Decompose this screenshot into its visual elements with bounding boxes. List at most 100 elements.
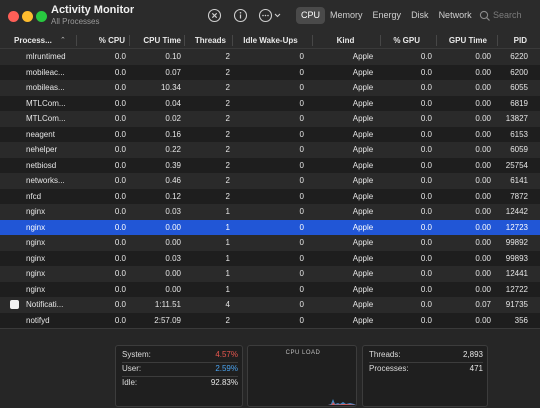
gpu-percent-cell: 0.0 xyxy=(420,176,432,185)
column-header-process[interactable]: Process... xyxy=(14,36,52,45)
processes-label: Processes: xyxy=(369,364,409,373)
cpu-percent-cell: 0.0 xyxy=(114,222,126,232)
gpu-time-cell: 0.00 xyxy=(475,98,491,108)
gpu-percent-cell: 0.0 xyxy=(420,145,432,154)
process-name-cell: netbiosd xyxy=(26,160,57,170)
search-field[interactable]: Search xyxy=(479,8,539,24)
threads-cell: 2 xyxy=(225,191,230,201)
table-row[interactable]: mlruntimed 0.0 0.10 2 0 Apple 0.0 0.00 6220 xyxy=(0,49,540,65)
idle-wake-ups-cell: 0 xyxy=(299,160,304,170)
cpu-time-cell: 0.07 xyxy=(165,67,181,77)
user-value: 2.59% xyxy=(215,364,238,373)
table-row[interactable]: netbiosd 0.0 0.39 2 0 Apple 0.0 0.00 25754 xyxy=(0,157,540,173)
table-row[interactable]: notifyd 0.0 2:57.09 2 0 Apple 0.0 0.00 356 xyxy=(0,312,540,328)
threads-cell: 2 xyxy=(225,52,230,61)
gpu-percent-cell: 0.0 xyxy=(420,52,432,61)
pid-cell: 6153 xyxy=(510,129,528,139)
gpu-percent-cell: 0.0 xyxy=(420,315,432,325)
cpu-time-cell: 0.39 xyxy=(165,160,181,170)
threads-cell: 2 xyxy=(225,83,230,92)
idle-wake-ups-cell: 0 xyxy=(299,176,304,185)
threads-cell: 1 xyxy=(225,222,230,232)
table-row[interactable]: MTLCom... 0.0 0.02 2 0 Apple 0.0 0.00 13827 xyxy=(0,111,540,127)
gpu-percent-cell: 0.0 xyxy=(420,191,432,201)
idle-wake-ups-cell: 0 xyxy=(299,83,304,92)
column-header-cpu-time[interactable]: CPU Time xyxy=(129,35,181,46)
cpu-percent-cell: 0.0 xyxy=(114,67,126,77)
table-row[interactable]: nginx 0.0 0.00 1 0 Apple 0.0 0.00 99892 xyxy=(0,235,540,251)
pid-cell: 12722 xyxy=(505,284,528,294)
cpu-time-cell: 1:11.51 xyxy=(154,300,181,309)
info-icon[interactable] xyxy=(233,8,248,23)
cpu-time-cell: 0.12 xyxy=(165,191,181,201)
threads-cell: 1 xyxy=(225,238,230,247)
column-header-gpu-time[interactable]: GPU Time xyxy=(436,35,487,46)
cpu-percent-cell: 0.0 xyxy=(114,238,126,247)
pid-cell: 6055 xyxy=(510,83,528,92)
table-row[interactable]: nginx 0.0 0.00 1 0 Apple 0.0 0.00 12722 xyxy=(0,281,540,297)
process-name-cell: notifyd xyxy=(26,315,50,325)
cpu-load-graph: CPU LOAD xyxy=(247,345,357,407)
gpu-percent-cell: 0.0 xyxy=(420,222,432,232)
gpu-time-cell: 0.00 xyxy=(475,207,491,216)
idle-wake-ups-cell: 0 xyxy=(299,114,304,123)
gpu-time-cell: 0.00 xyxy=(475,83,491,92)
search-placeholder: Search xyxy=(493,10,522,20)
tab-network[interactable]: Network xyxy=(434,7,477,24)
table-header: Process... ⌃ % CPU CPU Time Threads Idle… xyxy=(0,32,540,49)
more-options-icon[interactable] xyxy=(258,8,284,23)
table-row[interactable]: networks... 0.0 0.46 2 0 Apple 0.0 0.00 6141 xyxy=(0,173,540,189)
table-row[interactable]: nginx 0.0 0.00 1 0 Apple 0.0 0.00 12723 xyxy=(0,219,540,235)
tab-energy[interactable]: Energy xyxy=(368,7,407,24)
stop-process-icon[interactable] xyxy=(207,8,222,23)
gpu-time-cell: 0.00 xyxy=(475,160,491,170)
column-header-pid[interactable]: PID xyxy=(497,35,527,46)
idle-wake-ups-cell: 0 xyxy=(299,191,304,201)
table-row[interactable]: nginx 0.0 0.03 1 0 Apple 0.0 0.00 12442 xyxy=(0,204,540,220)
table-row[interactable]: nfcd 0.0 0.12 2 0 Apple 0.0 0.00 7872 xyxy=(0,188,540,204)
gpu-percent-cell: 0.0 xyxy=(420,67,432,77)
zoom-window-button[interactable] xyxy=(36,11,47,22)
gpu-percent-cell: 0.0 xyxy=(420,114,432,123)
cpu-time-cell: 0.00 xyxy=(165,284,181,294)
tab-disk[interactable]: Disk xyxy=(406,7,434,24)
cpu-percent-cell: 0.0 xyxy=(114,284,126,294)
table-row[interactable]: nehelper 0.0 0.22 2 0 Apple 0.0 0.00 6059 xyxy=(0,142,540,158)
idle-wake-ups-cell: 0 xyxy=(299,253,304,263)
table-row[interactable]: Notificati... 0.0 1:11.51 4 0 Apple 0.0 0.07 917… xyxy=(0,297,540,313)
column-header-cpu[interactable]: % CPU xyxy=(76,35,126,46)
tab-memory[interactable]: Memory xyxy=(325,7,368,24)
cpu-time-cell: 0.10 xyxy=(165,52,181,61)
gpu-time-cell: 0.00 xyxy=(475,269,491,278)
table-row[interactable]: nginx 0.0 0.00 1 0 Apple 0.0 0.00 12441 xyxy=(0,266,540,282)
tab-cpu[interactable]: CPU xyxy=(296,7,326,24)
search-icon xyxy=(479,10,490,21)
column-header-threads[interactable]: Threads xyxy=(184,35,226,46)
cpu-load-chart xyxy=(328,399,356,405)
table-row[interactable]: nginx 0.0 0.03 1 0 Apple 0.0 0.00 99893 xyxy=(0,250,540,266)
pid-cell: 7872 xyxy=(510,191,528,201)
cpu-time-cell: 2:57.09 xyxy=(154,315,181,325)
column-header-kind[interactable]: Kind xyxy=(312,35,378,46)
cpu-percent-cell: 0.0 xyxy=(114,253,126,263)
gpu-percent-cell: 0.0 xyxy=(420,300,432,309)
cpu-load-title: CPU LOAD xyxy=(285,350,321,356)
table-row[interactable]: mobileac... 0.0 0.07 2 0 Apple 0.0 0.00 6200 xyxy=(0,64,540,80)
sort-chevron-icon[interactable]: ⌃ xyxy=(60,36,66,44)
minimize-window-button[interactable] xyxy=(22,11,33,22)
table-row[interactable]: MTLCom... 0.0 0.04 2 0 Apple 0.0 0.00 6819 xyxy=(0,95,540,111)
idle-wake-ups-cell: 0 xyxy=(299,284,304,294)
table-row[interactable]: mobileas... 0.0 10.34 2 0 Apple 0.0 0.00 6055 xyxy=(0,80,540,96)
column-header-idle-wake-ups[interactable]: Idle Wake-Ups xyxy=(232,35,308,46)
gpu-time-cell: 0.07 xyxy=(475,300,491,309)
gpu-time-cell: 0.00 xyxy=(475,129,491,139)
close-window-button[interactable] xyxy=(8,11,19,22)
cpu-percent-cell: 0.0 xyxy=(114,176,126,185)
idle-wake-ups-cell: 0 xyxy=(299,52,304,61)
pid-cell: 6200 xyxy=(510,67,528,77)
user-stat: User: 2.59% xyxy=(122,364,238,377)
pid-cell: 99892 xyxy=(505,238,528,247)
table-row[interactable]: neagent 0.0 0.16 2 0 Apple 0.0 0.00 6153 xyxy=(0,126,540,142)
app-subtitle[interactable]: All Processes xyxy=(51,17,99,26)
column-header-gpu[interactable]: % GPU xyxy=(380,35,420,46)
